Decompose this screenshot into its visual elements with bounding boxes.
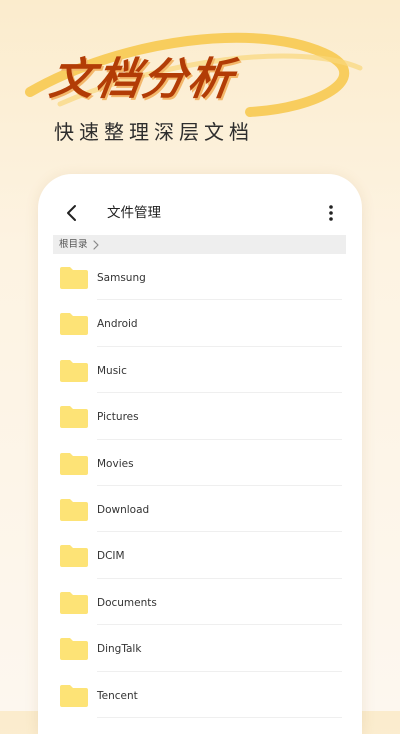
folder-icon <box>59 498 89 522</box>
more-vertical-icon <box>329 205 333 221</box>
folder-name: DCIM <box>97 550 125 563</box>
more-options-button[interactable] <box>326 204 336 222</box>
hero-title: 文档分析 <box>46 54 238 105</box>
folder-icon <box>59 312 89 336</box>
folder-name: Tencent <box>97 689 138 702</box>
folder-row-dcim[interactable]: DCIM <box>38 532 362 579</box>
folder-icon <box>59 544 89 568</box>
row-divider <box>97 716 342 718</box>
folder-row-android[interactable]: Android <box>38 300 362 347</box>
breadcrumb-root[interactable]: 根目录 <box>59 235 88 254</box>
folder-name: DingTalk <box>97 643 142 656</box>
folder-icon <box>59 266 89 290</box>
folder-row-dingtalk[interactable]: DingTalk <box>38 625 362 672</box>
folder-name: Pictures <box>97 411 139 424</box>
folder-icon <box>59 637 89 661</box>
folder-row-music[interactable]: Music <box>38 347 362 394</box>
file-list: Samsung Android Music Pictures Movies Do… <box>38 254 362 718</box>
chevron-left-icon <box>67 205 76 221</box>
folder-name: Download <box>97 503 150 516</box>
folder-icon <box>59 684 89 708</box>
chevron-right-icon <box>92 239 99 250</box>
folder-row-download[interactable]: Download <box>38 486 362 533</box>
folder-icon <box>59 452 89 476</box>
app-bar-title: 文件管理 <box>107 205 161 221</box>
folder-name: Music <box>97 364 127 377</box>
app-bar: 文件管理 <box>38 194 362 232</box>
folder-row-pictures[interactable]: Pictures <box>38 393 362 440</box>
back-button[interactable] <box>62 202 82 224</box>
folder-name: Documents <box>97 596 157 609</box>
folder-row-samsung[interactable]: Samsung <box>38 254 362 301</box>
folder-name: Samsung <box>97 272 146 284</box>
folder-icon <box>59 591 89 615</box>
folder-row-documents[interactable]: Documents <box>38 579 362 626</box>
folder-name: Movies <box>97 457 134 470</box>
folder-icon <box>59 405 89 429</box>
folder-row-movies[interactable]: Movies <box>38 440 362 486</box>
folder-icon <box>59 359 89 383</box>
phone-mockup: 文件管理 根目录 Samsung Android Music Pictures … <box>38 174 362 734</box>
folder-name: Android <box>97 318 138 331</box>
breadcrumb: 根目录 <box>53 235 346 254</box>
hero-subtitle: 快速整理深层文档 <box>54 120 254 144</box>
